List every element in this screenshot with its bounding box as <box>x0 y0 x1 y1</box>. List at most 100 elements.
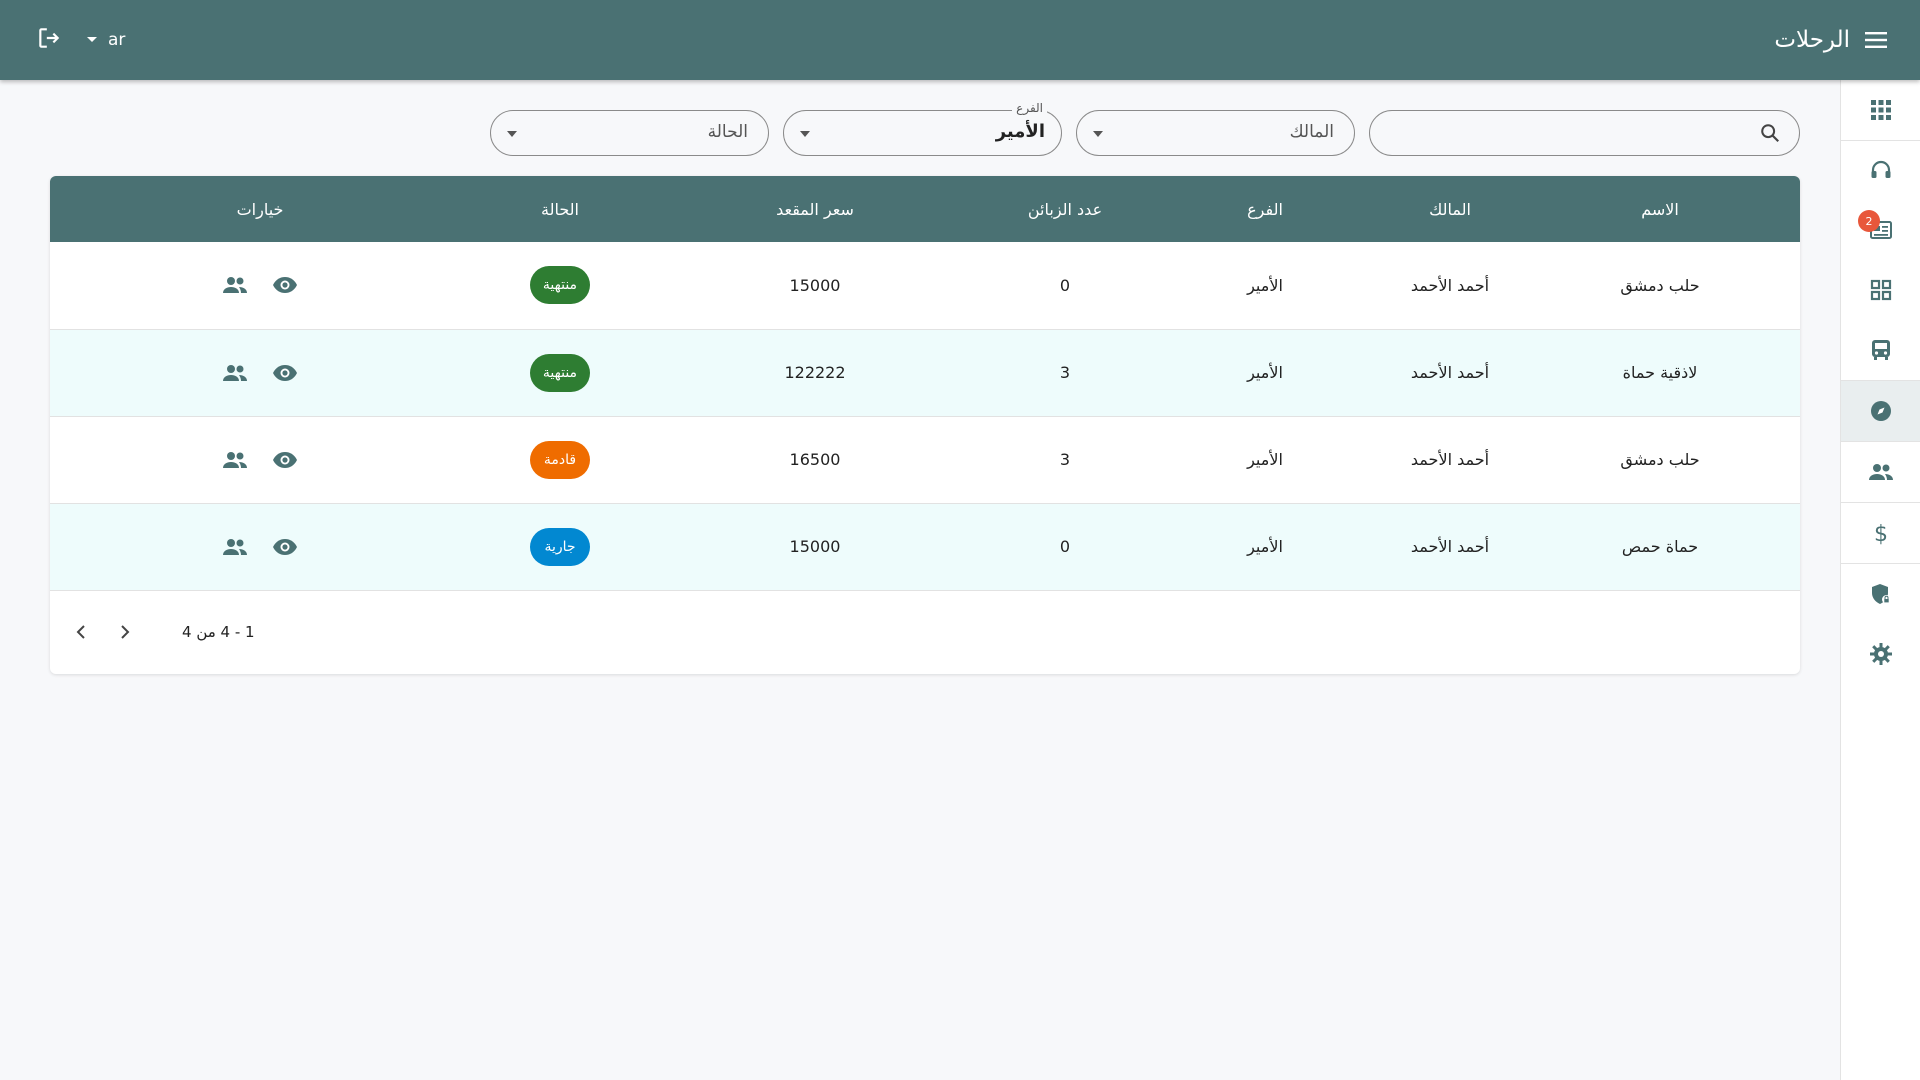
sidebar-item-apps[interactable] <box>1841 80 1920 140</box>
owner-select[interactable]: المالك <box>1076 110 1355 156</box>
logout-icon[interactable] <box>36 25 62 55</box>
header-tools: ar <box>36 0 125 80</box>
status-badge: قادمة <box>530 440 590 479</box>
view-eye-icon[interactable] <box>270 532 300 562</box>
sidebar-item-dashboard[interactable] <box>1841 260 1920 320</box>
language-select[interactable]: ar <box>86 30 125 50</box>
view-eye-icon[interactable] <box>270 445 300 475</box>
view-eye-icon[interactable] <box>270 270 300 300</box>
table-header-row: الاسم المالك الفرع عدد الزبائن سعر المقع… <box>50 176 1800 242</box>
customers-count-cell: 0 <box>1059 275 1071 295</box>
trips-table: الاسم المالك الفرع عدد الزبائن سعر المقع… <box>50 176 1800 591</box>
header-branch[interactable]: الفرع <box>1150 176 1380 242</box>
status-badge: منتهية <box>530 266 590 305</box>
options-cell <box>50 242 470 329</box>
chevron-right-icon <box>121 625 130 639</box>
header-seat-price[interactable]: سعر المقعد <box>650 176 980 242</box>
branch-select-label: الفرع <box>1012 101 1047 115</box>
chevron-left-icon <box>76 625 85 639</box>
seat-price-cell: 16500 <box>789 450 841 469</box>
branch-cell: الأمير <box>1247 363 1283 382</box>
passengers-icon[interactable] <box>220 532 250 562</box>
passengers-icon[interactable] <box>220 270 250 300</box>
dropdown-arrow-icon <box>1093 131 1103 137</box>
status-cell: جارية <box>470 503 650 590</box>
status-select[interactable]: الحالة <box>490 110 769 156</box>
header-status[interactable]: الحالة <box>470 176 650 242</box>
sidebar-item-buses[interactable] <box>1841 320 1920 380</box>
gear-icon <box>1870 643 1892 665</box>
sidebar-item-users[interactable] <box>1841 442 1920 502</box>
customers-count-cell: 0 <box>1059 537 1071 556</box>
branch-cell: الأمير <box>1247 450 1283 469</box>
sidebar-item-security[interactable] <box>1841 564 1920 624</box>
sidebar-item-support[interactable] <box>1841 140 1920 200</box>
sidebar-item-settings[interactable] <box>1841 624 1920 684</box>
options-cell <box>50 329 470 416</box>
table-row: حلب دمشق أحمد الأحمد الأمير 3 16500 قادمة <box>50 416 1800 503</box>
owner-cell: أحمد الأحمد <box>1410 537 1490 556</box>
trip-name-cell: حلب دمشق <box>1620 275 1700 295</box>
trip-name-cell: لاذقية حماة <box>1622 363 1698 382</box>
apps-grid-icon <box>1871 100 1891 120</box>
row-actions <box>220 532 300 562</box>
owner-cell: أحمد الأحمد <box>1410 450 1490 469</box>
page-title: الرحلات <box>1774 27 1850 53</box>
dashboard-icon <box>1870 279 1892 301</box>
prev-page-button[interactable] <box>66 617 96 647</box>
seat-price-cell: 15000 <box>789 537 841 556</box>
customers-count-cell: 3 <box>1059 450 1071 469</box>
dollar-icon: $ <box>1874 522 1888 546</box>
owner-select-label: المالك <box>1289 122 1334 142</box>
owner-cell: أحمد الأحمد <box>1410 275 1490 295</box>
sidebar-item-trips[interactable] <box>1841 381 1920 441</box>
table-row: حماة حمص أحمد الأحمد الأمير 0 15000 جارية <box>50 503 1800 590</box>
row-actions <box>220 358 300 388</box>
status-badge: منتهية <box>530 353 590 392</box>
branch-select[interactable]: الفرع الأمير <box>783 101 1062 156</box>
seat-price-cell: 15000 <box>789 275 841 295</box>
sidebar-item-finance[interactable]: $ <box>1841 503 1920 563</box>
table-row: لاذقية حماة أحمد الأحمد الأمير 3 122222 منتهي… <box>50 329 1800 416</box>
header-name[interactable]: الاسم <box>1520 176 1800 242</box>
people-icon <box>1869 464 1893 480</box>
language-value: ar <box>108 30 126 50</box>
row-actions <box>220 445 300 475</box>
pagination-range: 1 - 4 من 4 <box>182 623 255 641</box>
title-wrap: الرحلات <box>1774 0 1890 80</box>
svg-text:$: $ <box>1874 522 1888 546</box>
passengers-icon[interactable] <box>220 445 250 475</box>
filters-bar: المالك الفرع الأمير الحالة <box>490 101 1800 156</box>
notification-badge: 2 <box>1858 210 1880 232</box>
pagination: 1 - 4 من 4 <box>50 590 1800 674</box>
options-cell <box>50 503 470 590</box>
shield-lock-icon <box>1872 584 1891 604</box>
branch-select-value: الأمير <box>995 121 1045 142</box>
passengers-icon[interactable] <box>220 358 250 388</box>
sidebar-item-reports[interactable]: 2 <box>1841 200 1920 260</box>
header-options: خيارات <box>236 199 284 219</box>
options-cell <box>50 416 470 503</box>
header-owner[interactable]: المالك <box>1380 176 1520 242</box>
search-field[interactable] <box>1369 110 1800 156</box>
trip-name-cell: حماة حمص <box>1621 537 1699 556</box>
status-cell: منتهية <box>470 329 650 416</box>
branch-cell: الأمير <box>1247 537 1283 556</box>
menu-icon[interactable] <box>1862 26 1890 54</box>
trips-table-card: الاسم المالك الفرع عدد الزبائن سعر المقع… <box>50 176 1800 674</box>
header-customers[interactable]: عدد الزبائن <box>980 176 1150 242</box>
headset-icon <box>1871 160 1891 178</box>
bus-icon <box>1872 340 1890 360</box>
next-page-button[interactable] <box>110 617 140 647</box>
seat-price-cell: 122222 <box>784 363 846 382</box>
chevron-down-icon <box>87 37 97 42</box>
table-row: حلب دمشق أحمد الأحمد الأمير 0 15000 منتهية <box>50 242 1800 329</box>
status-select-label: الحالة <box>707 122 748 142</box>
view-eye-icon[interactable] <box>270 358 300 388</box>
status-cell: قادمة <box>470 416 650 503</box>
owner-cell: أحمد الأحمد <box>1410 363 1490 382</box>
status-cell: منتهية <box>470 242 650 329</box>
branch-cell: الأمير <box>1247 275 1283 295</box>
search-icon <box>1759 122 1781 148</box>
top-app-bar: الرحلات ar <box>0 0 1920 80</box>
